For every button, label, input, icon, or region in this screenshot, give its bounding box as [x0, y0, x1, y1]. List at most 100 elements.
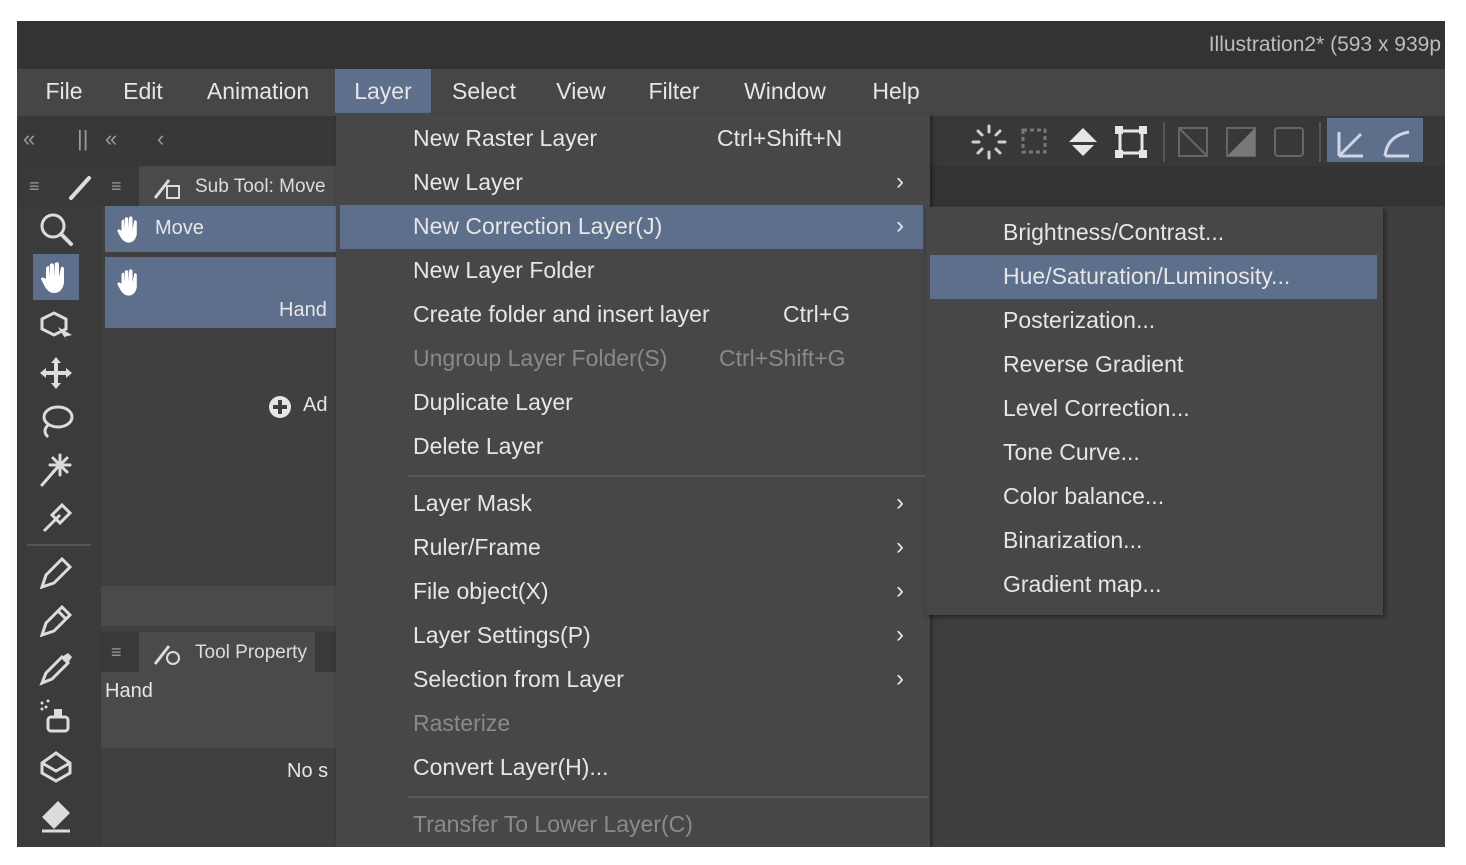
menu-item-new-layer-folder[interactable]: New Layer Folder [340, 249, 923, 293]
snap-curve-icon[interactable] [1377, 122, 1417, 162]
submenu-item-color-balance[interactable]: Color balance... [930, 475, 1377, 519]
eyedropper-tool[interactable] [33, 494, 79, 540]
menu-item-label: Rasterize [413, 710, 510, 737]
operation-tool[interactable] [33, 302, 79, 348]
submenu-item-tone-curve[interactable]: Tone Curve... [930, 431, 1377, 475]
airbrush-icon [36, 697, 76, 737]
menu-item-convert-layer[interactable]: Convert Layer(H)... [340, 746, 923, 790]
pen-nib-icon [36, 553, 76, 593]
move-layer-tool[interactable] [33, 350, 79, 396]
menu-item-label: Convert Layer(H)... [413, 754, 609, 781]
submenu-item-binarization[interactable]: Binarization... [930, 519, 1377, 563]
menu-item-label: File object(X) [413, 578, 548, 605]
clear-selection-icon[interactable] [1173, 122, 1213, 162]
pencil-tool[interactable] [33, 598, 79, 644]
submenu-item-level-correction[interactable]: Level Correction... [930, 387, 1377, 431]
subtool-panel: ≡ Sub Tool: Move Move Hand [101, 166, 336, 847]
lasso-tool[interactable] [33, 398, 79, 444]
menu-item-new-layer[interactable]: New Layer › [340, 161, 923, 205]
menu-item-file-object[interactable]: File object(X) › [340, 570, 923, 614]
hand-icon [36, 257, 76, 297]
chevron-right-icon: › [896, 489, 904, 517]
fill-bucket-icon[interactable] [1063, 122, 1103, 162]
subtool-item-hand[interactable]: Hand [105, 257, 336, 328]
panel-menu-icon[interactable]: ≡ [111, 176, 122, 197]
submenu-item-label: Reverse Gradient [1003, 351, 1183, 378]
submenu-item-label: Binarization... [1003, 527, 1142, 554]
transform-icon[interactable] [1111, 122, 1151, 162]
back-arrow-icon[interactable]: ‹ [157, 126, 164, 152]
snap-ruler-icon[interactable] [1331, 122, 1371, 162]
operation-icon [36, 305, 76, 345]
property-tab-row: ≡ Tool Property [101, 632, 336, 672]
pen-tool[interactable] [33, 550, 79, 596]
menu-item-transfer-lower: Transfer To Lower Layer(C) [340, 803, 923, 847]
tool-property-note: No s [287, 760, 328, 783]
collapse-left-icon[interactable]: « [23, 126, 35, 152]
menu-help[interactable]: Help [861, 69, 931, 113]
panel-spacer [101, 586, 336, 626]
app-window: Illustration2* (593 x 939p File Edit Ani… [17, 21, 1445, 847]
menu-item-ungroup-folder: Ungroup Layer Folder(S) Ctrl+Shift+G [340, 337, 923, 381]
crop-icon[interactable] [1269, 122, 1309, 162]
zoom-tool[interactable] [33, 206, 79, 252]
submenu-item-reverse-gradient[interactable]: Reverse Gradient [930, 343, 1377, 387]
palette-menu-icon[interactable]: ≡ [29, 176, 40, 197]
collapse-panel-icon[interactable]: « [105, 126, 117, 152]
submenu-item-brightness-contrast[interactable]: Brightness/Contrast... [930, 211, 1377, 255]
submenu-item-posterization[interactable]: Posterization... [930, 299, 1377, 343]
eyedropper-icon [36, 497, 76, 537]
select-all-icon[interactable] [969, 122, 1009, 162]
menu-item-label: Duplicate Layer [413, 389, 573, 416]
submenu-item-gradient-map[interactable]: Gradient map... [930, 563, 1377, 607]
move-arrows-icon [36, 353, 76, 393]
menu-item-layer-mask[interactable]: Layer Mask › [340, 482, 923, 526]
submenu-item-label: Gradient map... [1003, 571, 1162, 598]
menu-item-layer-settings[interactable]: Layer Settings(P) › [340, 614, 923, 658]
menu-item-selection-from-layer[interactable]: Selection from Layer › [340, 658, 923, 702]
deselect-icon[interactable] [1015, 122, 1055, 162]
menu-file[interactable]: File [35, 69, 93, 113]
airbrush-tool[interactable] [33, 694, 79, 740]
chevron-right-icon: › [896, 665, 904, 693]
menu-item-delete-layer[interactable]: Delete Layer [340, 425, 923, 469]
chevron-right-icon: › [896, 212, 904, 240]
menu-layer[interactable]: Layer [335, 69, 431, 113]
brush-icon[interactable] [65, 172, 95, 202]
eraser-tool[interactable] [33, 790, 79, 836]
tab-subtool[interactable]: Sub Tool: Move [139, 166, 336, 206]
menu-item-create-folder-insert[interactable]: Create folder and insert layer Ctrl+G [340, 293, 923, 337]
hand-icon [113, 212, 147, 246]
fill-selection-icon[interactable] [1221, 122, 1261, 162]
menu-window[interactable]: Window [733, 69, 837, 113]
menu-item-shortcut: Ctrl+G [783, 301, 850, 328]
menu-animation[interactable]: Animation [195, 69, 321, 113]
toolbar-divider [1163, 122, 1165, 162]
menu-item-new-raster-layer[interactable]: New Raster Layer Ctrl+Shift+N [340, 117, 923, 161]
submenu-item-label: Brightness/Contrast... [1003, 219, 1224, 246]
subtool-item-move[interactable]: Move [105, 206, 336, 252]
tool-palette: ≡ [17, 166, 101, 847]
brush-tool[interactable] [33, 646, 79, 692]
menu-select[interactable]: Select [443, 69, 525, 113]
tab-tool-property[interactable]: Tool Property [139, 632, 315, 672]
menu-item-duplicate-layer[interactable]: Duplicate Layer [340, 381, 923, 425]
move-tool[interactable] [33, 254, 79, 300]
menu-item-ruler-frame[interactable]: Ruler/Frame › [340, 526, 923, 570]
menu-edit[interactable]: Edit [113, 69, 173, 113]
menu-view[interactable]: View [547, 69, 615, 113]
decoration-tool[interactable] [33, 742, 79, 788]
subtool-item-move-label: Move [155, 217, 204, 240]
menu-filter[interactable]: Filter [637, 69, 711, 113]
submenu-item-hue-saturation[interactable]: Hue/Saturation/Luminosity... [930, 255, 1377, 299]
menu-item-label: Selection from Layer [413, 666, 624, 693]
submenu-item-label: Posterization... [1003, 307, 1155, 334]
panel-grip-icon[interactable]: || [77, 126, 88, 152]
menu-item-label: Ruler/Frame [413, 534, 541, 561]
magic-wand-icon [36, 449, 76, 489]
menu-item-new-correction-layer[interactable]: New Correction Layer(J) › [340, 205, 923, 249]
panel-menu-icon[interactable]: ≡ [111, 642, 122, 663]
tool-property-icon [151, 638, 183, 668]
auto-select-tool[interactable] [33, 446, 79, 492]
hand-icon [113, 265, 147, 299]
